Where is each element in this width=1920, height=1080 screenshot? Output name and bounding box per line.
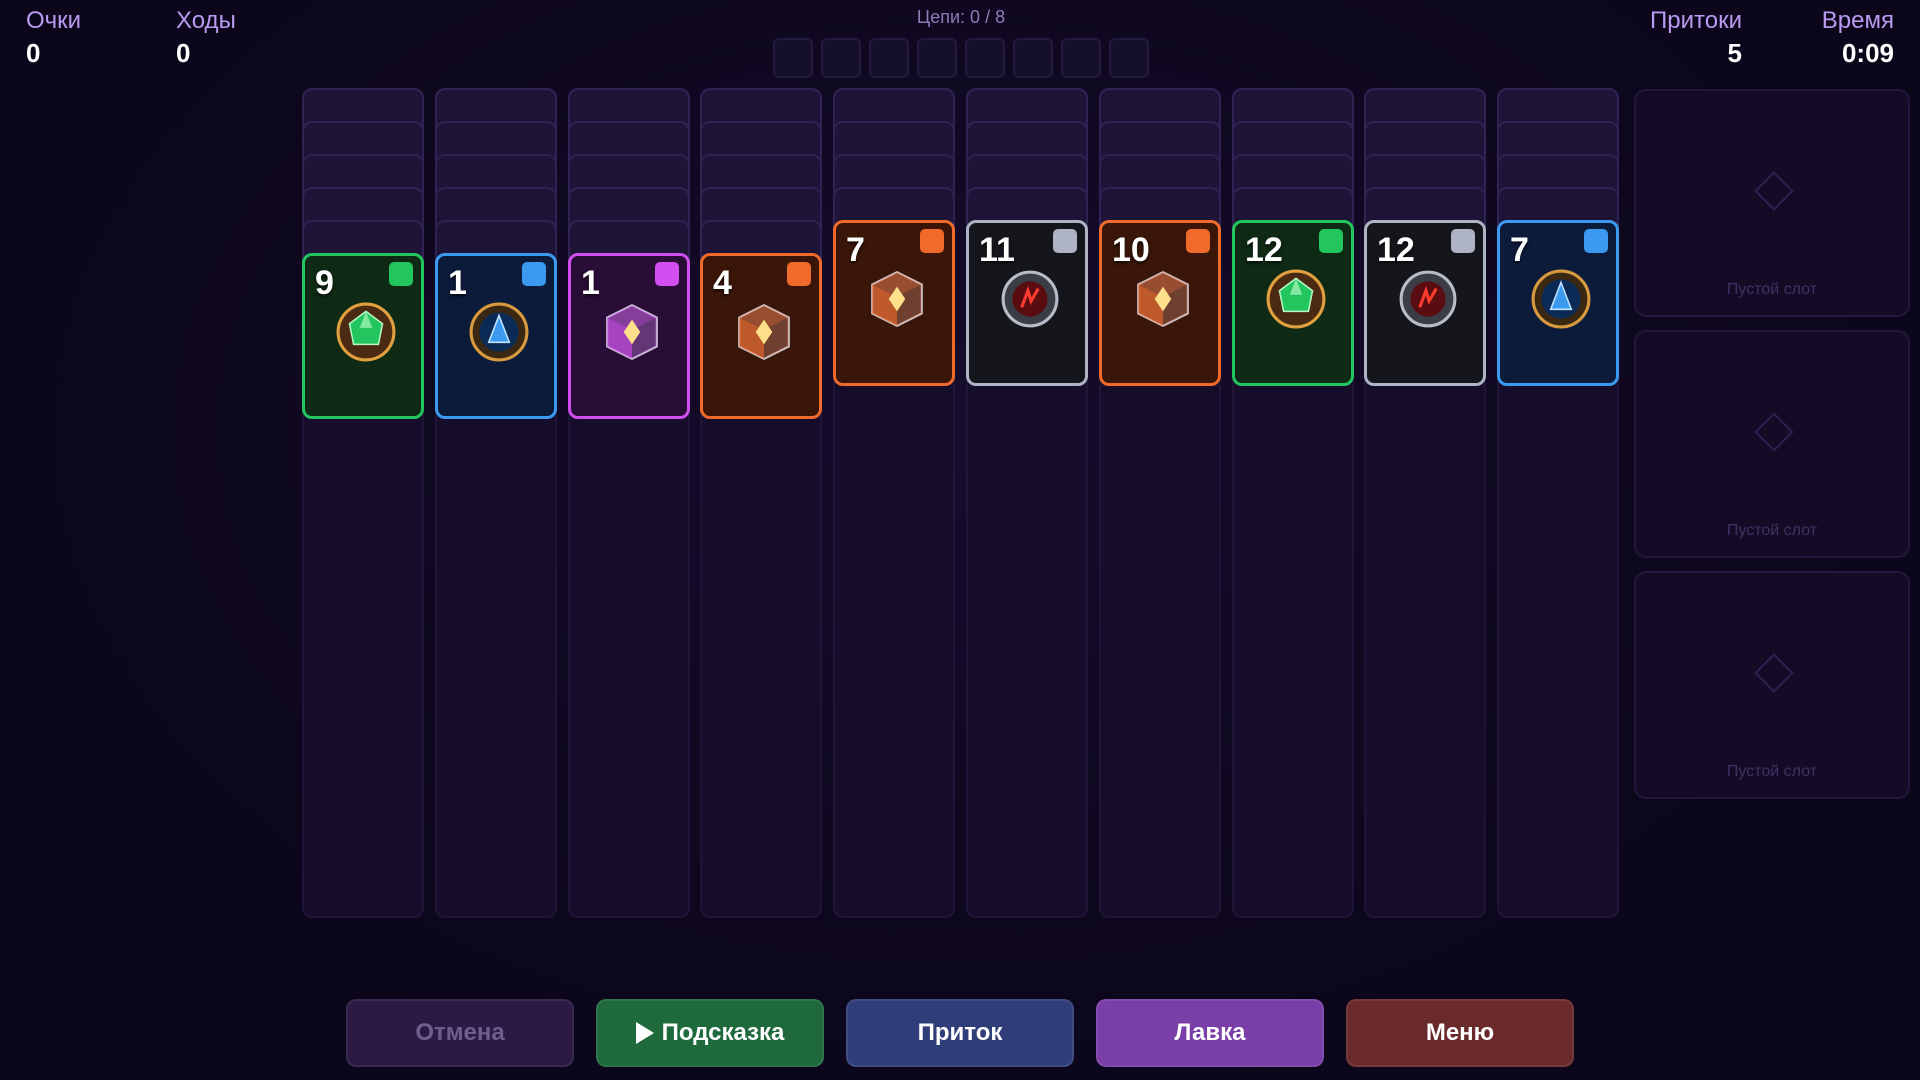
- chain-slot: [965, 38, 1005, 78]
- shop-button[interactable]: Лавка: [1096, 999, 1324, 1067]
- play-icon: [635, 1022, 654, 1044]
- card-value: 4: [713, 264, 732, 302]
- moves-stat: Ходы 0: [176, 6, 236, 70]
- face-up-card[interactable]: 1: [568, 253, 690, 419]
- green-emerald-gem-icon: [335, 301, 397, 363]
- chain-slot: [1109, 38, 1149, 78]
- shop-button-label: Лавка: [1174, 1019, 1246, 1046]
- face-up-card[interactable]: 7: [833, 220, 955, 386]
- card-color-pip: [920, 229, 944, 253]
- diamond-outline-icon: [1754, 653, 1794, 693]
- tableau-column[interactable]: 7: [1497, 88, 1619, 918]
- hint-button-label: Подсказка: [661, 1019, 785, 1046]
- draws-value: 5: [1727, 38, 1742, 68]
- card-color-pip: [389, 262, 413, 286]
- card-value: 10: [1112, 231, 1150, 269]
- red-lightning-rune-icon: [1397, 268, 1459, 330]
- time-stat: Время 0:09: [1822, 6, 1894, 70]
- chain-slot: [1013, 38, 1053, 78]
- orange-crystal-cube-icon: [866, 268, 928, 330]
- tableau-column[interactable]: 12: [1364, 88, 1486, 918]
- card-color-pip: [1053, 229, 1077, 253]
- tableau-column[interactable]: 1: [435, 88, 557, 918]
- card-color-pip: [522, 262, 546, 286]
- draw-button-label: Приток: [917, 1019, 1003, 1046]
- diamond-outline-icon: [1754, 171, 1794, 211]
- game-screen: Очки 0 Ходы 0 Цепи: 0 / 8 Притоки 5 Врем…: [0, 0, 1920, 1080]
- undo-button[interactable]: Отмена: [346, 999, 574, 1067]
- chains-label: Цепи: 0 / 8: [916, 7, 1006, 27]
- face-up-card[interactable]: 7: [1497, 220, 1619, 386]
- tableau-column[interactable]: 9: [302, 88, 424, 918]
- red-lightning-rune-icon: [999, 268, 1061, 330]
- face-up-card[interactable]: 10: [1099, 220, 1221, 386]
- chain-slots: [756, 38, 1166, 78]
- face-up-card[interactable]: 4: [700, 253, 822, 419]
- time-value: 0:09: [1841, 38, 1894, 68]
- green-emerald-gem-icon: [1265, 268, 1327, 330]
- chain-slot: [917, 38, 957, 78]
- draws-stat: Притоки 5: [1650, 6, 1742, 70]
- tableau-column[interactable]: 11: [966, 88, 1088, 918]
- tableau-column[interactable]: 7: [833, 88, 955, 918]
- moves-label: Ходы: [176, 7, 236, 34]
- card-color-pip: [1319, 229, 1343, 253]
- blue-crystal-orb-icon: [468, 301, 530, 363]
- reserve-slot-label: Пустой слот: [1726, 522, 1818, 539]
- draw-button[interactable]: Приток: [846, 999, 1074, 1067]
- reserve-slot[interactable]: Пустой слот: [1634, 571, 1910, 799]
- tableau-column[interactable]: 1: [568, 88, 690, 918]
- card-color-pip: [1584, 229, 1608, 253]
- score-value: 0: [26, 38, 41, 68]
- score-stat: Очки 0: [26, 6, 81, 70]
- card-value: 7: [1510, 231, 1529, 269]
- menu-button-label: Меню: [1425, 1019, 1495, 1046]
- undo-button-label: Отмена: [415, 1019, 505, 1046]
- face-up-card[interactable]: 1: [435, 253, 557, 419]
- diamond-outline-icon: [1754, 412, 1794, 452]
- chain-slot: [869, 38, 909, 78]
- face-up-card[interactable]: 12: [1232, 220, 1354, 386]
- card-value: 1: [448, 264, 467, 302]
- card-value: 11: [979, 231, 1015, 269]
- card-value: 12: [1377, 231, 1415, 269]
- draws-label: Притоки: [1650, 7, 1742, 34]
- menu-button[interactable]: Меню: [1346, 999, 1574, 1067]
- tableau-column[interactable]: 10: [1099, 88, 1221, 918]
- card-color-pip: [655, 262, 679, 286]
- reserve-slot-label: Пустой слот: [1726, 763, 1818, 780]
- face-up-card[interactable]: 12: [1364, 220, 1486, 386]
- time-label: Время: [1821, 7, 1894, 34]
- tableau-column[interactable]: 12: [1232, 88, 1354, 918]
- chain-slot: [1061, 38, 1101, 78]
- tableau-column[interactable]: 4: [700, 88, 822, 918]
- card-value: 7: [846, 231, 865, 269]
- orange-crystal-cube-icon: [1132, 268, 1194, 330]
- card-color-pip: [787, 262, 811, 286]
- moves-value: 0: [176, 38, 191, 68]
- chains-tracker: Цепи: 0 / 8: [756, 6, 1166, 78]
- reserve-slot-label: Пустой слот: [1726, 281, 1818, 298]
- score-label: Очки: [26, 7, 82, 34]
- orange-crystal-cube-icon: [733, 301, 795, 363]
- blue-crystal-orb-icon: [1530, 268, 1592, 330]
- hint-button[interactable]: Подсказка: [596, 999, 824, 1067]
- card-color-pip: [1451, 229, 1475, 253]
- purple-rune-cube-icon: [601, 301, 663, 363]
- face-up-card[interactable]: 11: [966, 220, 1088, 386]
- reserve-slot[interactable]: Пустой слот: [1634, 330, 1910, 558]
- chain-slot: [773, 38, 813, 78]
- card-color-pip: [1186, 229, 1210, 253]
- face-up-card[interactable]: 9: [302, 253, 424, 419]
- reserve-slot[interactable]: Пустой слот: [1634, 89, 1910, 317]
- card-value: 1: [581, 264, 600, 302]
- card-value: 9: [315, 264, 334, 302]
- chain-slot: [821, 38, 861, 78]
- card-value: 12: [1245, 231, 1283, 269]
